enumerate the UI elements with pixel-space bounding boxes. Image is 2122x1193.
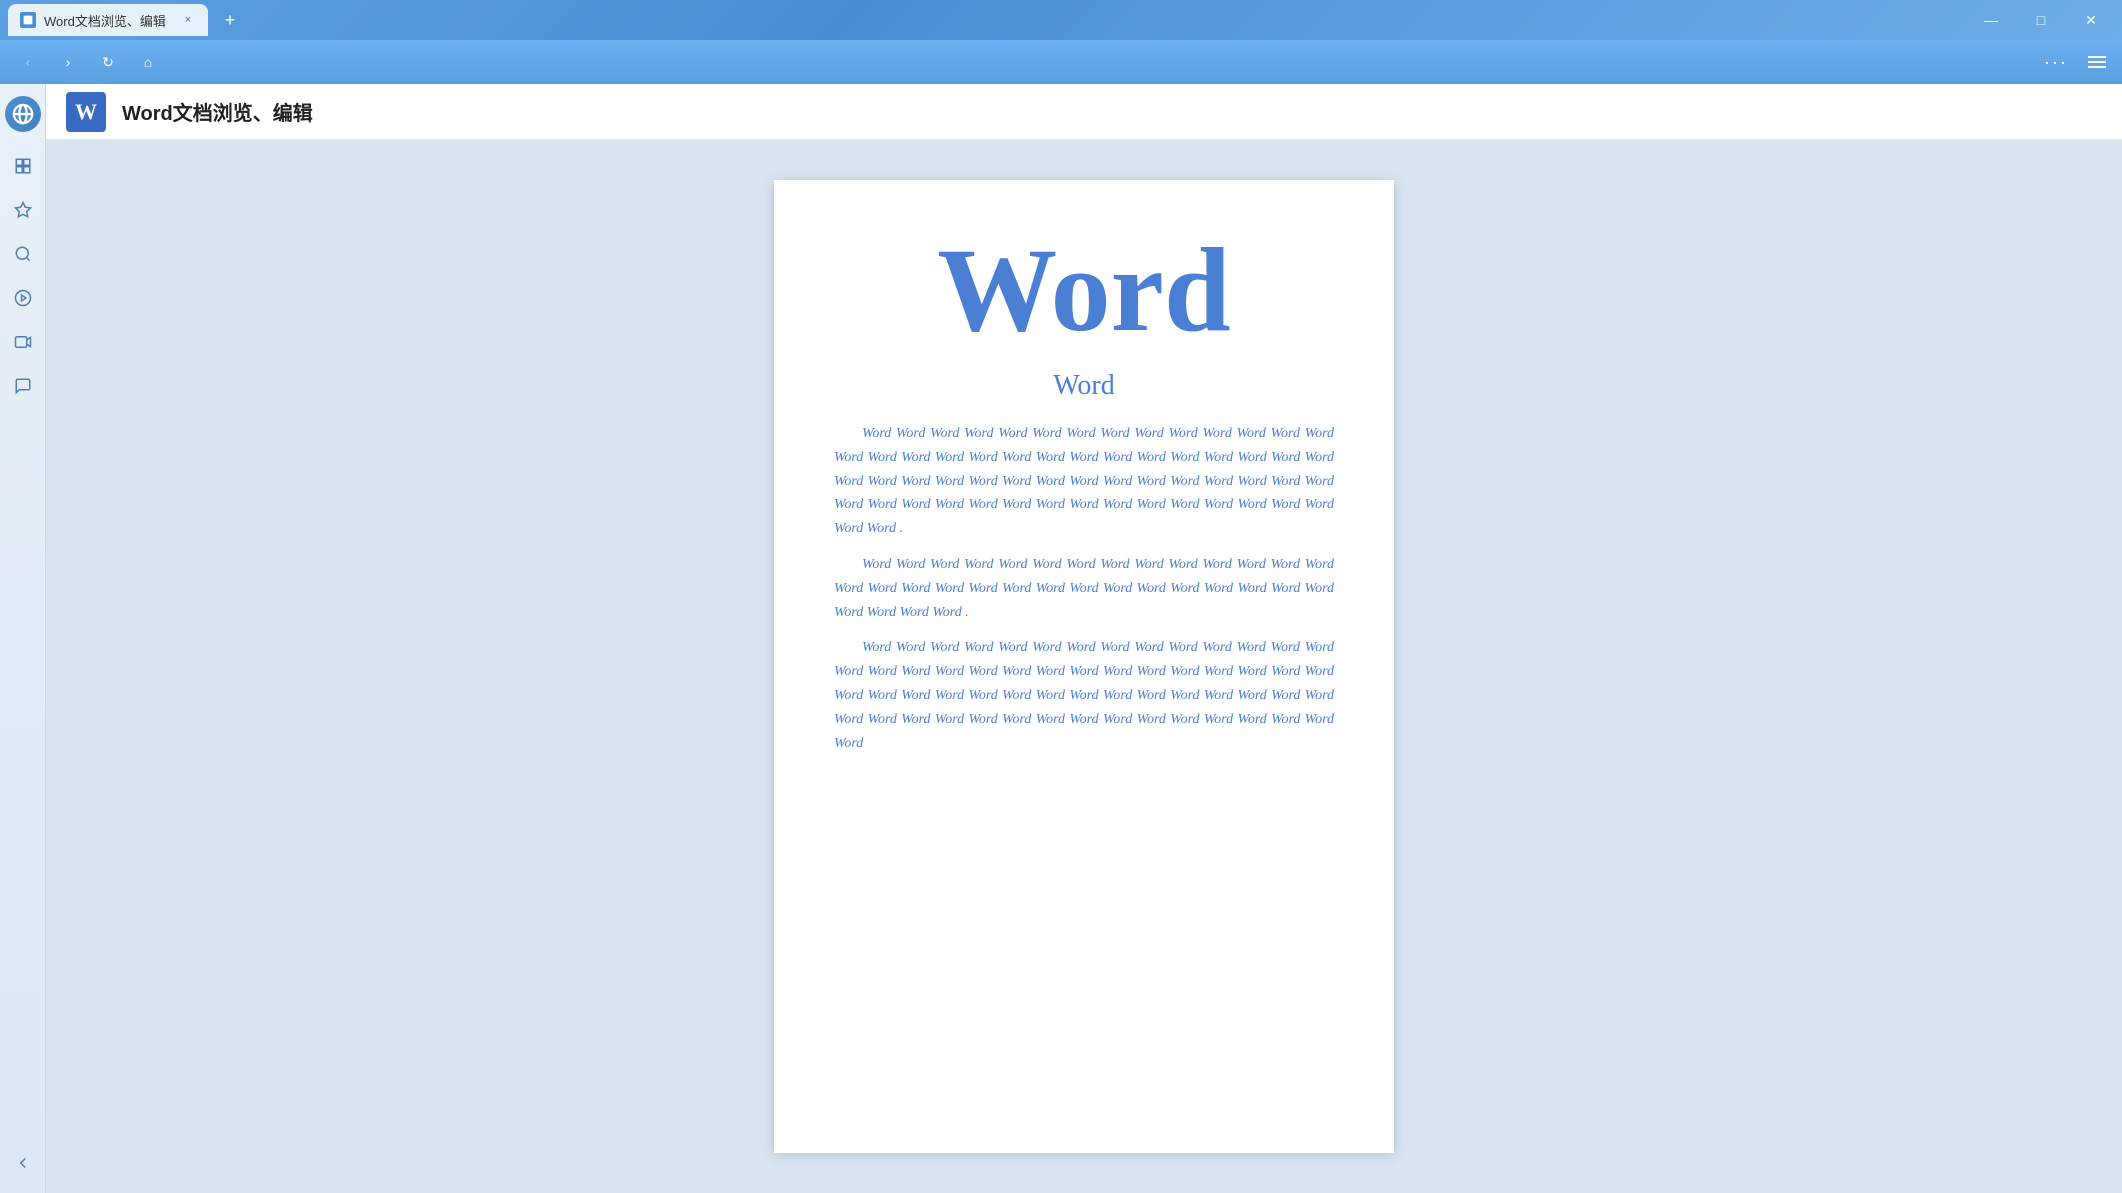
document-page: Word Word Word Word Word Word Word Word … xyxy=(774,180,1394,1153)
doc-paragraph-2: Word Word Word Word Word Word Word Word … xyxy=(834,553,1334,624)
sidebar-item-play[interactable] xyxy=(5,280,41,316)
content-area: W Word文档浏览、编辑 Word Word Word Word Word W… xyxy=(46,84,2122,1193)
doc-subtitle: Word xyxy=(834,370,1334,402)
navbar: ‹ › ↻ ⌂ ··· xyxy=(0,40,2122,84)
hamburger-line2 xyxy=(2088,61,2106,63)
sidebar-item-favorites[interactable] xyxy=(5,192,41,228)
sidebar-logo[interactable] xyxy=(5,96,41,132)
doc-paragraph-3: Word Word Word Word Word Word Word Word … xyxy=(834,636,1334,755)
tab-favicon xyxy=(20,12,36,28)
app-title: Word文档浏览、编辑 xyxy=(122,97,313,126)
menu-button[interactable] xyxy=(2084,52,2110,72)
doc-paragraph-1: Word Word Word Word Word Word Word Word … xyxy=(834,422,1334,541)
tab-label: Word文档浏览、编辑 xyxy=(44,11,172,30)
new-tab-button[interactable]: + xyxy=(216,6,244,34)
maximize-button[interactable]: □ xyxy=(2018,4,2064,36)
back-button[interactable]: ‹ xyxy=(12,46,44,78)
doc-viewer[interactable]: Word Word Word Word Word Word Word Word … xyxy=(46,140,2122,1193)
sidebar-item-search[interactable] xyxy=(5,236,41,272)
sidebar-bottom xyxy=(5,1145,41,1181)
more-button[interactable]: ··· xyxy=(2036,52,2076,73)
home-button[interactable]: ⌂ xyxy=(132,46,164,78)
app-icon: W xyxy=(66,92,106,132)
sidebar xyxy=(0,84,46,1193)
hamburger-line1 xyxy=(2088,56,2106,58)
sidebar-item-chat[interactable] xyxy=(5,368,41,404)
forward-button[interactable]: › xyxy=(52,46,84,78)
sidebar-item-video[interactable] xyxy=(5,324,41,360)
tab-close-button[interactable]: × xyxy=(180,12,196,28)
main-layout: W Word文档浏览、编辑 Word Word Word Word Word W… xyxy=(0,84,2122,1193)
refresh-button[interactable]: ↻ xyxy=(92,46,124,78)
browser-tab[interactable]: Word文档浏览、编辑 × xyxy=(8,4,208,36)
close-button[interactable]: ✕ xyxy=(2068,4,2114,36)
minimize-button[interactable]: — xyxy=(1968,4,2014,36)
hamburger-line3 xyxy=(2088,66,2106,68)
titlebar: Word文档浏览、编辑 × + — □ ✕ xyxy=(0,0,2122,40)
app-header: W Word文档浏览、编辑 xyxy=(46,84,2122,140)
window-controls: — □ ✕ xyxy=(1968,4,2114,36)
sidebar-collapse-button[interactable] xyxy=(5,1145,41,1181)
sidebar-item-grid[interactable] xyxy=(5,148,41,184)
doc-body: Word Word Word Word Word Word Word Word … xyxy=(834,422,1334,755)
doc-big-title: Word xyxy=(834,230,1334,350)
